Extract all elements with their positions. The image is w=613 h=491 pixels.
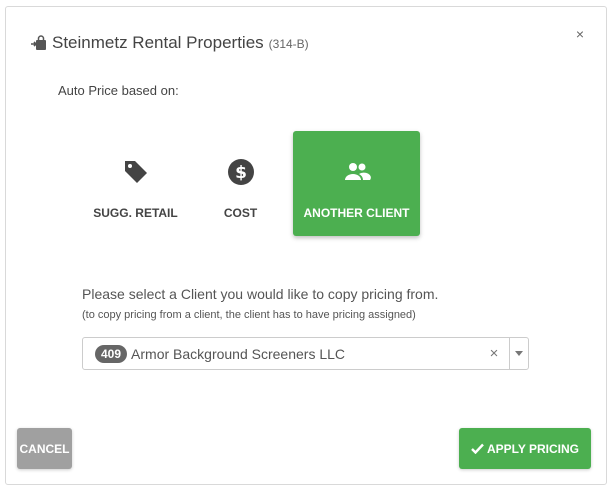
clear-selection-button[interactable]: × <box>485 345 503 362</box>
option-label: ANOTHER CLIENT <box>303 206 410 220</box>
apply-pricing-label: APPLY PRICING <box>486 441 580 456</box>
apply-pricing-button[interactable]: APPLY PRICING <box>459 428 591 469</box>
cancel-button[interactable]: CANCEL <box>17 428 72 469</box>
option-cost[interactable]: $ COST <box>177 131 304 236</box>
option-label: SUGG. RETAIL <box>93 206 178 220</box>
dialog-title: Steinmetz Rental Properties (314-B) <box>30 33 309 53</box>
check-icon <box>471 443 484 454</box>
auto-price-dialog: Steinmetz Rental Properties (314-B) × Au… <box>5 6 607 485</box>
svg-text:$: $ <box>235 163 247 183</box>
option-another-client[interactable]: ANOTHER CLIENT <box>293 131 420 236</box>
users-icon <box>342 157 372 187</box>
client-id-badge: 409 <box>95 344 128 363</box>
client-select-prompt: Please select a Client you would like to… <box>82 286 439 302</box>
tag-icon <box>121 157 151 187</box>
close-button[interactable]: × <box>573 27 587 41</box>
dialog-title-code: (314-B) <box>268 37 309 51</box>
client-select[interactable]: 409 Armor Background Screeners LLC × <box>82 337 529 370</box>
selected-client-name: Armor Background Screeners LLC <box>131 345 346 362</box>
shopping-bag-arrow-icon <box>30 34 48 52</box>
client-select-hint: (to copy pricing from a client, the clie… <box>82 309 416 321</box>
dollar-circle-icon: $ <box>226 157 256 187</box>
auto-price-label: Auto Price based on: <box>58 83 179 98</box>
chevron-down-icon[interactable] <box>510 351 528 356</box>
dialog-title-text: Steinmetz Rental Properties <box>52 33 264 52</box>
option-label: COST <box>223 206 258 220</box>
